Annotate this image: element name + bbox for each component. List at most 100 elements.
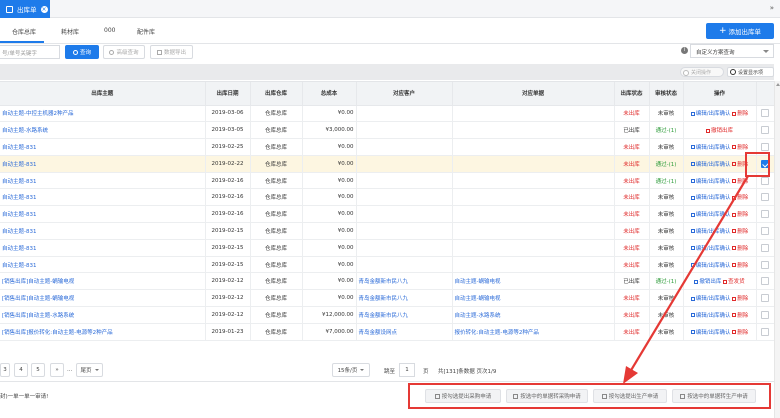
edit-confirm-link[interactable]: 编辑/出库确认 [690, 179, 731, 185]
col-header-customer[interactable]: 对应客户 [356, 82, 453, 106]
last-page-select[interactable]: 尾页 [76, 363, 103, 377]
delete-link[interactable]: 删除 [732, 313, 748, 319]
cell-subject[interactable]: 自动主题-831 [0, 172, 206, 190]
row-checkbox[interactable] [761, 277, 769, 286]
advanced-search-button[interactable]: 高级查询 [103, 45, 145, 59]
cell-subject[interactable]: 自动主题-831 [0, 205, 206, 224]
cell-customer[interactable]: 青岛金额新市民八九 [356, 306, 453, 324]
cell-customer[interactable] [356, 239, 453, 257]
col-header-document[interactable]: 对应单据 [452, 82, 615, 106]
cell-subject[interactable]: 自动主题-831 [0, 155, 206, 173]
delete-link[interactable]: 删除 [732, 263, 748, 269]
cell-document[interactable] [452, 155, 615, 173]
cell-customer[interactable] [356, 138, 453, 156]
table-row[interactable]: 自动主题-831 2019-02-16 仓库总库 ¥0.00 未出库 未审核 编辑/出库确认… [0, 188, 775, 207]
edit-confirm-link[interactable]: 编辑/出库确认 [690, 111, 731, 117]
cell-subject[interactable]: 自动主题-831 [0, 239, 206, 257]
add-outbound-button[interactable]: + 添加出库单 [706, 23, 774, 39]
cell-document[interactable] [452, 105, 615, 123]
display-settings-button[interactable]: 设置显示项 [727, 67, 774, 77]
row-checkbox[interactable] [761, 176, 769, 185]
cell-customer[interactable] [356, 222, 453, 240]
cell-document[interactable]: 自动主题-水路系统 [452, 306, 615, 324]
edit-confirm-link[interactable]: 编辑/出库确认 [690, 229, 731, 235]
tab-parts[interactable]: 配件库 [137, 27, 155, 36]
row-checkbox[interactable] [761, 310, 769, 319]
delete-link[interactable]: 删除 [732, 229, 748, 235]
edit-confirm-link[interactable]: 撤销出库 [694, 279, 721, 285]
search-button[interactable]: 查询 [65, 45, 99, 59]
edit-confirm-link[interactable]: 编辑/出库确认 [690, 296, 731, 302]
cell-customer[interactable]: 青岛金额新市民八九 [356, 289, 453, 308]
table-row[interactable]: 自动主题-水路系统 2019-03-05 仓库总库 ¥3,000.00 已出库 通过-(1… [0, 121, 775, 140]
col-header-date[interactable]: 出库日期 [205, 82, 251, 106]
cell-customer[interactable] [356, 256, 453, 274]
delete-link[interactable]: 删除 [732, 179, 748, 185]
tab-000[interactable]: 000 [104, 27, 115, 34]
cell-customer[interactable] [356, 155, 453, 173]
cell-customer[interactable] [356, 188, 453, 207]
vertical-scrollbar[interactable] [774, 81, 780, 418]
close-operations-toggle[interactable]: 关闭操作 [680, 67, 724, 77]
cell-document[interactable]: 自动主题-蜗输电视 [452, 289, 615, 308]
row-checkbox[interactable] [761, 226, 769, 235]
edit-confirm-link[interactable]: 编辑/出库确认 [690, 212, 731, 218]
table-row[interactable]: 自动主题-831 2019-02-15 仓库总库 ¥0.00 未出库 未审核 编辑/出库确认… [0, 256, 775, 274]
row-checkbox[interactable] [761, 243, 769, 252]
cell-document[interactable] [452, 256, 615, 274]
cell-subject[interactable]: 自动主题-831 [0, 222, 206, 240]
cell-subject[interactable]: 自动主题-中控主机器2种产品 [0, 105, 206, 123]
collapse-icon[interactable]: » [770, 4, 774, 12]
cell-document[interactable] [452, 172, 615, 190]
per-page-select[interactable]: 15条/页 [332, 363, 370, 377]
tab-consumables[interactable]: 耗材库 [61, 27, 79, 36]
table-row[interactable]: 自动主题-831 2019-02-16 仓库总库 ¥0.00 未出库 通过-(1) 编辑/出… [0, 172, 775, 190]
edit-confirm-link[interactable]: 编辑/出库确认 [690, 162, 731, 168]
cell-document[interactable]: 报价转化:自动主题-电源等2种产品 [452, 323, 615, 341]
row-checkbox[interactable] [761, 126, 769, 135]
close-icon[interactable]: × [40, 5, 48, 13]
delete-link[interactable]: 删除 [732, 212, 748, 218]
cell-customer[interactable] [356, 105, 453, 123]
cell-customer[interactable] [356, 172, 453, 190]
cell-subject[interactable]: 自动主题-水路系统 [0, 121, 206, 140]
next-page-button[interactable]: » [50, 363, 64, 377]
edit-confirm-link[interactable]: 编辑/出库确认 [690, 263, 731, 269]
cell-customer[interactable] [356, 121, 453, 140]
table-row[interactable]: [销售出库]自动主题-蜗输电视 2019-02-12 仓库总库 ¥0.00 青岛金额新市… [0, 289, 775, 308]
jump-page-input[interactable]: 1 [399, 363, 415, 377]
edit-confirm-link[interactable]: 编辑/出库确认 [690, 330, 731, 336]
table-row[interactable]: 自动主题-831 2019-02-16 仓库总库 ¥0.00 未出库 未审核 编辑/出库确认… [0, 205, 775, 224]
delete-link[interactable]: 删除 [732, 330, 748, 336]
table-row[interactable]: [销售出库]自动主题-水路系统 2019-02-12 仓库总库 ¥12,000.00 青… [0, 306, 775, 324]
cell-document[interactable] [452, 205, 615, 224]
cell-document[interactable] [452, 138, 615, 156]
search-input[interactable]: 号/单号关键字 [0, 45, 60, 59]
delete-link[interactable]: 删除 [732, 296, 748, 302]
table-row[interactable]: [销售出库]报价转化:自动主题-电源等2种产品 2019-01-23 仓库总库 ¥7,… [0, 323, 775, 341]
col-header-review[interactable]: 审核状态 [649, 82, 684, 106]
page-3-button[interactable]: 3 [0, 363, 10, 377]
col-header-cost[interactable]: 总成本 [302, 82, 357, 106]
col-header-warehouse[interactable]: 出库仓库 [250, 82, 303, 106]
tab-warehouse-main[interactable]: 仓库总库 [12, 27, 36, 36]
delete-link[interactable]: 撤销出库 [705, 128, 733, 134]
row-checkbox[interactable] [761, 109, 769, 118]
page-4-button[interactable]: 4 [14, 363, 28, 377]
cell-customer[interactable]: 青岛金额新市民八九 [356, 272, 453, 291]
cell-subject[interactable]: [销售出库]报价转化:自动主题-电源等2种产品 [0, 323, 206, 341]
cell-document[interactable] [452, 222, 615, 240]
row-checkbox[interactable] [761, 193, 769, 202]
row-checkbox[interactable] [761, 294, 769, 303]
table-row[interactable]: 自动主题-中控主机器2种产品 2019-03-06 仓库总库 ¥0.00 未出库 未审核编… [0, 105, 775, 123]
cell-subject[interactable]: [销售出库]自动主题-水路系统 [0, 306, 206, 324]
edit-confirm-link[interactable]: 编辑/出库确认 [690, 195, 731, 201]
cell-subject[interactable]: 自动主题-831 [0, 188, 206, 207]
cell-subject[interactable]: [销售出库]自动主题-蜗输电视 [0, 272, 206, 291]
table-row[interactable]: 自动主题-831 2019-02-22 仓库总库 ¥0.00 未出库 通过-(1) 编辑/出… [0, 155, 775, 173]
table-row[interactable]: 自动主题-831 2019-02-25 仓库总库 ¥0.00 未出库 未审核 编辑/出库确认… [0, 138, 775, 156]
page-5-button[interactable]: 5 [31, 363, 45, 377]
row-checkbox[interactable] [761, 142, 769, 151]
cell-customer[interactable]: 青岛金额设网点 [356, 323, 453, 341]
edit-confirm-link[interactable]: 编辑/出库确认 [690, 246, 731, 252]
